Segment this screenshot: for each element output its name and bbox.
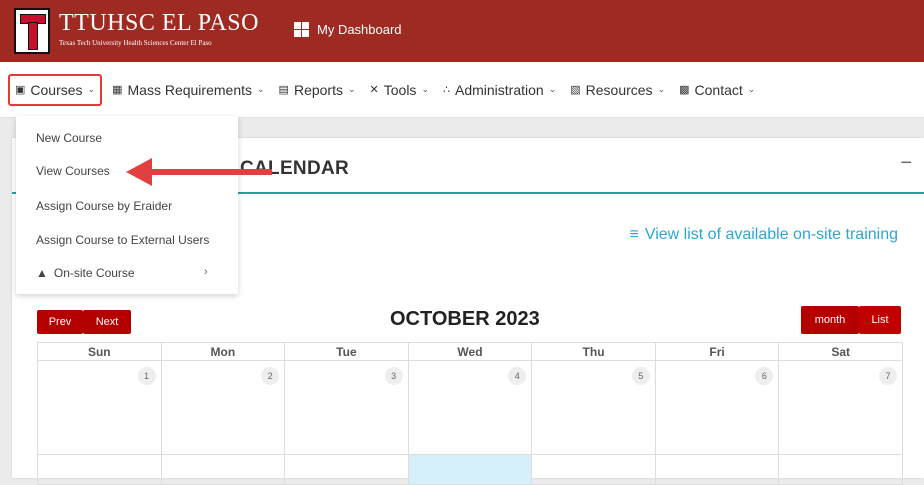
day-number: 2 xyxy=(261,367,280,385)
onsite-course-label: On-site Course xyxy=(53,266,135,280)
day-number: 3 xyxy=(384,367,403,385)
collapse-button[interactable]: − xyxy=(900,152,912,175)
presentation-icon: ▤ xyxy=(278,84,289,96)
users-icon: ∴ xyxy=(442,84,450,96)
weekday-header: Thu xyxy=(531,342,656,361)
nav-resources[interactable]: ▧ Resources ⌄ xyxy=(570,82,665,98)
day-number: 7 xyxy=(879,367,897,385)
calendar-icon: ▦ xyxy=(112,84,123,96)
onsite-link-label: View list of available on-site training xyxy=(644,226,898,243)
nav-administration[interactable]: ∴ Administration ⌄ xyxy=(443,82,556,98)
nav-label: Resources xyxy=(585,81,653,98)
day-cell[interactable]: 4 xyxy=(407,360,533,455)
nav-reports[interactable]: ▤ Reports ⌄ xyxy=(279,82,356,98)
weekday-header: Tue xyxy=(284,342,409,361)
nav-label: Tools xyxy=(383,81,417,98)
chevron-down-icon: ⌄ xyxy=(347,84,356,94)
logo-title: TTUHSC EL PASO xyxy=(59,10,259,36)
menu-item-onsite-course[interactable]: ▲ On-site Course xyxy=(36,263,135,283)
day-number: 1 xyxy=(137,367,156,385)
list-view-button[interactable]: List xyxy=(859,306,901,334)
chevron-down-icon: ⌄ xyxy=(657,84,666,94)
menu-item-assign-by-eraider[interactable]: Assign Course by Eraider xyxy=(36,196,172,216)
top-bar: TTUHSC EL PASO Texas Tech University Hea… xyxy=(0,0,924,62)
calendar-grid: Sun Mon Tue Wed Thu Fri Sat 1 2 3 4 5 6 … xyxy=(37,342,903,485)
red-arrow-annotation xyxy=(126,158,272,186)
weekday-header: Sat xyxy=(778,342,903,361)
dashboard-icon xyxy=(294,22,309,37)
menu-item-assign-external[interactable]: Assign Course to External Users xyxy=(36,230,209,250)
list-icon: ≡ xyxy=(629,226,639,243)
day-cell[interactable]: 6 xyxy=(654,360,780,455)
day-cell[interactable]: 5 xyxy=(531,360,656,455)
chevron-right-icon: › xyxy=(204,266,208,278)
main-nav: ▣ Courses ⌄ ▦ Mass Requirements ⌄ ▤ Repo… xyxy=(0,62,924,118)
weekday-header: Fri xyxy=(654,342,780,361)
chevron-down-icon: ⌄ xyxy=(747,84,756,94)
prev-button[interactable]: Prev xyxy=(37,310,83,334)
open-book-icon: ▧ xyxy=(570,84,581,96)
nav-tools[interactable]: ✕ Tools ⌄ xyxy=(370,82,429,98)
nav-label: Reports xyxy=(293,81,343,98)
double-t-logo-icon xyxy=(14,8,50,54)
my-dashboard-link[interactable]: My Dashboard xyxy=(294,22,402,37)
weekday-header: Wed xyxy=(407,342,533,361)
menu-item-new-course[interactable]: New Course xyxy=(36,128,102,148)
contact-card-icon: ▩ xyxy=(679,84,690,96)
day-number: 6 xyxy=(755,367,774,385)
nav-label: Administration xyxy=(454,81,544,98)
building-icon: ▲ xyxy=(36,266,48,280)
day-cell[interactable]: 2 xyxy=(160,360,286,455)
tools-icon: ✕ xyxy=(369,84,379,96)
next-button[interactable]: Next xyxy=(83,310,131,334)
dashboard-label: My Dashboard xyxy=(317,22,402,37)
day-cell[interactable]: 1 xyxy=(37,360,162,455)
logo-subtitle: Texas Tech University Health Sciences Ce… xyxy=(59,39,212,47)
chevron-down-icon: ⌄ xyxy=(87,84,96,94)
nav-label: Courses xyxy=(30,81,83,98)
chevron-down-icon: ⌄ xyxy=(548,84,557,94)
weekday-header: Mon xyxy=(160,342,286,361)
day-cell[interactable]: 3 xyxy=(284,360,409,455)
day-number: 4 xyxy=(508,367,527,385)
nav-courses[interactable]: ▣ Courses ⌄ xyxy=(8,73,103,106)
menu-item-view-courses[interactable]: View Courses xyxy=(36,161,110,181)
day-cell[interactable]: 7 xyxy=(778,360,903,455)
courses-dropdown-menu: New Course View Courses Assign Course by… xyxy=(16,116,238,294)
month-title: OCTOBER 2023 xyxy=(390,308,540,330)
nav-contact[interactable]: ▩ Contact ⌄ xyxy=(679,82,755,98)
nav-label: Contact xyxy=(694,81,743,98)
month-view-button[interactable]: month xyxy=(801,306,859,334)
ttuhsc-logo[interactable]: TTUHSC EL PASO Texas Tech University Hea… xyxy=(14,8,264,54)
book-icon: ▣ xyxy=(15,84,26,96)
onsite-training-link[interactable]: ≡ View list of available on-site trainin… xyxy=(629,226,898,244)
weekday-header: Sun xyxy=(37,342,162,361)
day-number: 5 xyxy=(631,367,650,385)
chevron-down-icon: ⌄ xyxy=(257,84,265,94)
nav-mass-requirements[interactable]: ▦ Mass Requirements ⌄ xyxy=(112,82,264,98)
nav-label: Mass Requirements xyxy=(127,81,253,98)
chevron-down-icon: ⌄ xyxy=(421,84,429,94)
